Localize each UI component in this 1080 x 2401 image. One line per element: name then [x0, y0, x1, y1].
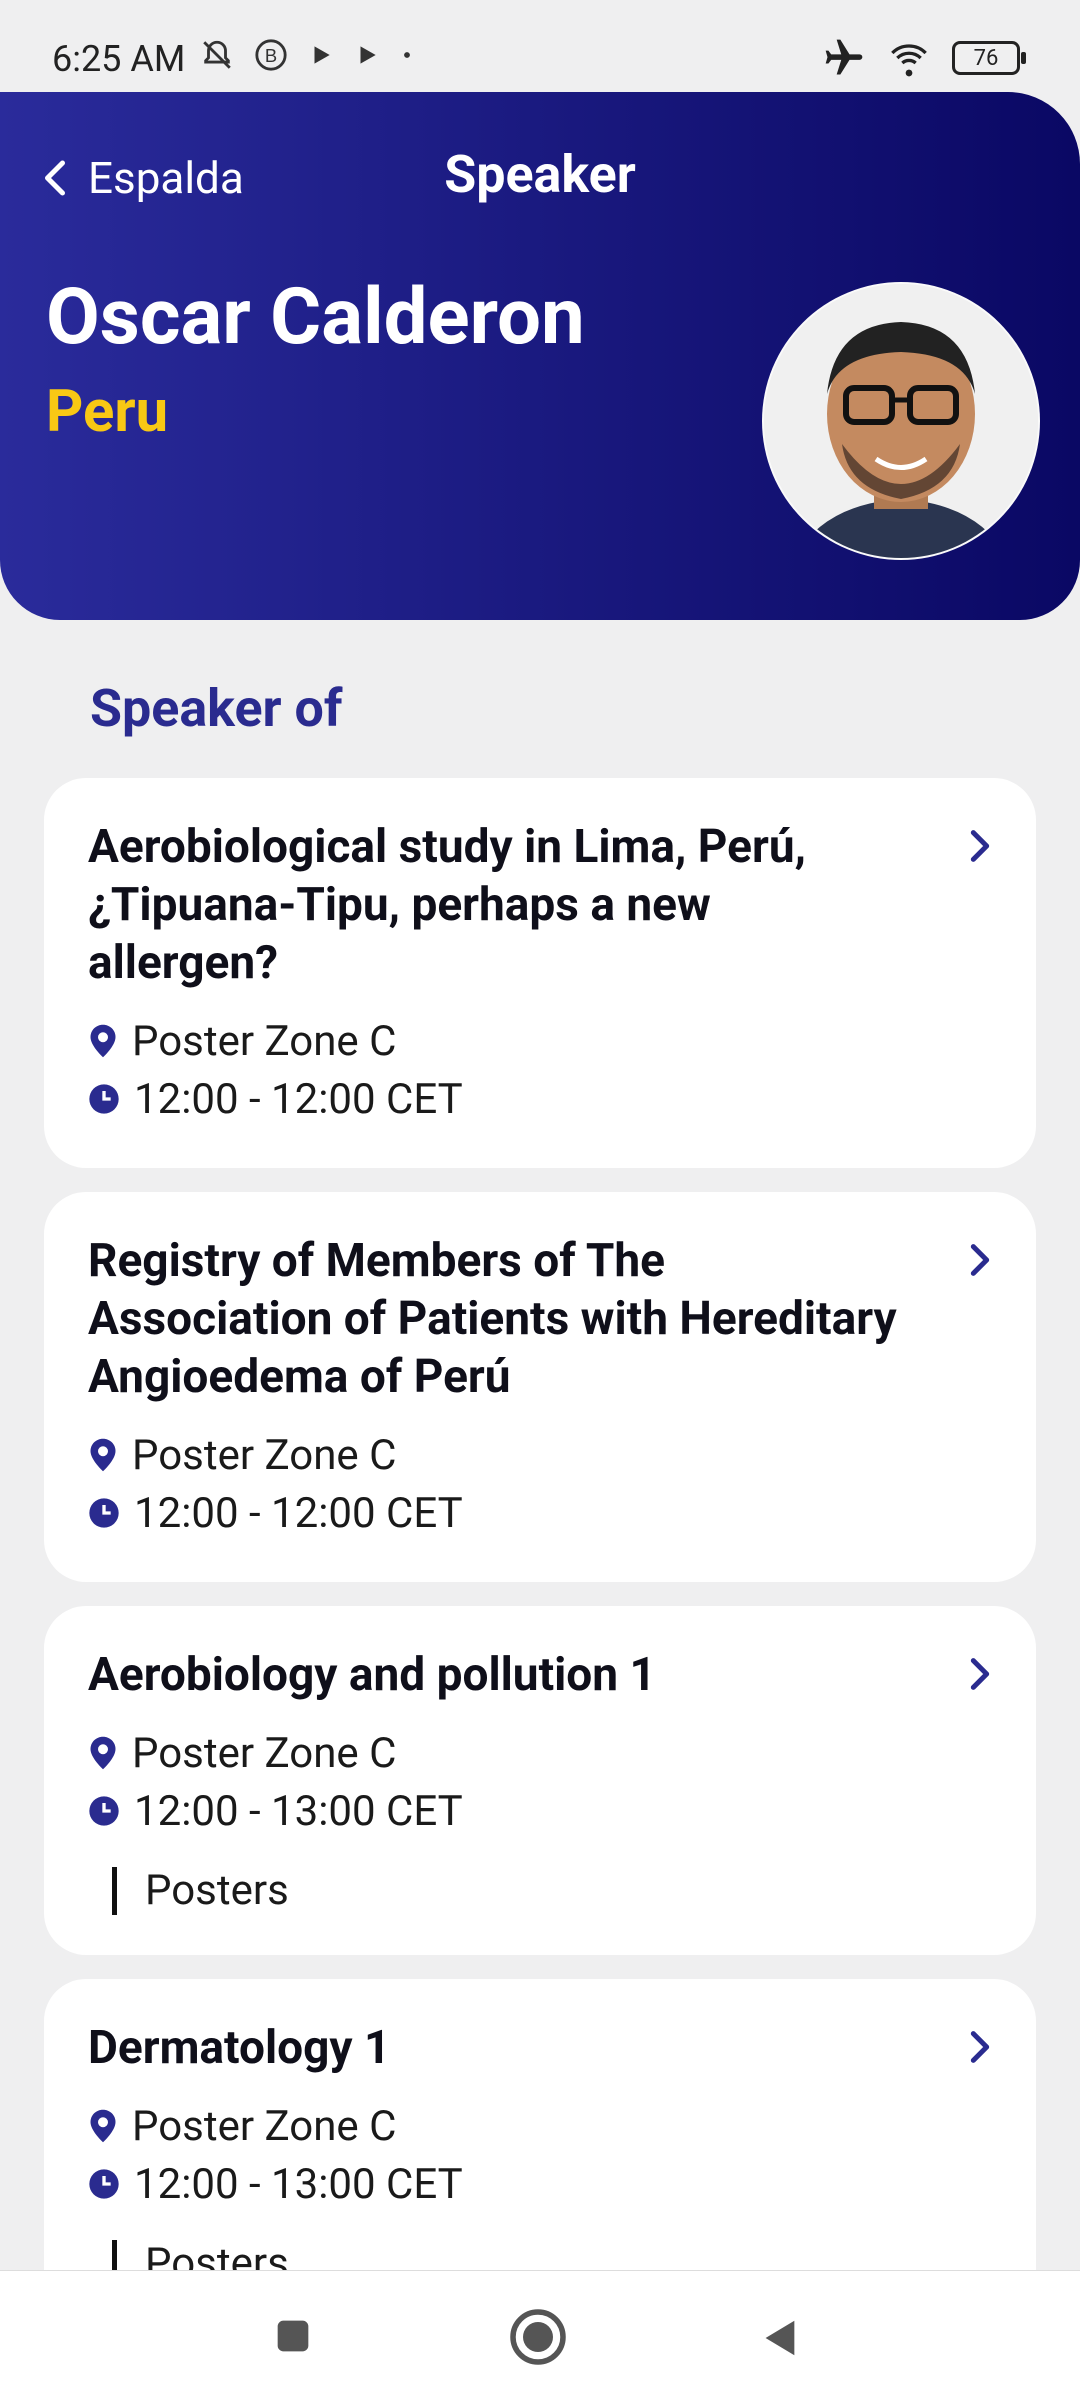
session-card[interactable]: Registry of Members of The Association o… [44, 1192, 1036, 1582]
location-pin-icon [90, 1024, 116, 1058]
tag-bar [112, 1866, 117, 1915]
tag-label: Posters [145, 1866, 289, 1915]
location-text: Poster Zone C [132, 1430, 397, 1480]
location-pin-icon [90, 2109, 116, 2143]
speaker-header: Espalda Speaker Oscar Calderon Peru [0, 92, 1080, 620]
session-time: 12:00 - 12:00 CET [88, 1484, 992, 1542]
speaker-name: Oscar Calderon [46, 272, 585, 363]
session-title: Dermatology 1 [88, 2021, 391, 2075]
page-title: Speaker [444, 144, 636, 205]
b-badge-icon: B [255, 39, 287, 71]
chevron-right-icon [970, 1658, 990, 1690]
system-nav-bar [0, 2270, 1080, 2401]
session-location: Poster Zone C [88, 1426, 992, 1484]
back-nav-button[interactable] [756, 2313, 802, 2363]
home-button[interactable] [508, 2307, 568, 2367]
time-text: 12:00 - 12:00 CET [134, 1074, 463, 1124]
airplane-icon [825, 39, 863, 75]
clock-icon [89, 2169, 119, 2199]
chevron-right-icon [970, 1244, 990, 1276]
session-location: Poster Zone C [88, 1724, 992, 1782]
chevron-right-icon [970, 830, 990, 862]
session-title: Aerobiological study in Lima, Perú, ¿Tip… [88, 820, 806, 990]
recents-button[interactable] [270, 2313, 316, 2359]
clock-icon [89, 1084, 119, 1114]
time-text: 12:00 - 13:00 CET [134, 1786, 463, 1836]
session-card[interactable]: Aerobiological study in Lima, Perú, ¿Tip… [44, 778, 1036, 1168]
location-pin-icon [90, 1736, 116, 1770]
location-pin-icon [90, 1438, 116, 1472]
session-time: 12:00 - 12:00 CET [88, 1070, 992, 1128]
time-text: 12:00 - 13:00 CET [134, 2159, 463, 2209]
session-time: 12:00 - 13:00 CET [88, 1782, 992, 1840]
session-card[interactable]: Aerobiology and pollution 1 Poster Zone … [44, 1606, 1036, 1955]
time-text: 12:00 - 12:00 CET [134, 1488, 463, 1538]
location-text: Poster Zone C [132, 1016, 397, 1066]
clock-icon [89, 1498, 119, 1528]
clock-icon [89, 1796, 119, 1826]
wifi-icon [891, 44, 927, 77]
session-tag: Posters [88, 1866, 992, 1915]
play-icon [314, 46, 330, 64]
session-title: Aerobiology and pollution 1 [88, 1648, 656, 1702]
section-title: Speaker of [90, 678, 343, 739]
session-list: Aerobiological study in Lima, Perú, ¿Tip… [44, 778, 1036, 2352]
session-title: Registry of Members of The Association o… [88, 1234, 897, 1404]
chevron-right-icon [970, 2031, 990, 2063]
session-time: 12:00 - 13:00 CET [88, 2155, 992, 2213]
speaker-country: Peru [46, 378, 169, 446]
battery-level: 76 [973, 45, 999, 71]
status-right-icons: 76 [822, 36, 1026, 80]
dot-icon [404, 52, 410, 58]
status-left-icons: B [200, 38, 414, 72]
session-location: Poster Zone C [88, 1012, 992, 1070]
location-text: Poster Zone C [132, 2101, 397, 2151]
speaker-photo [764, 284, 1038, 558]
status-time: 6:25 AM [52, 38, 186, 80]
session-location: Poster Zone C [88, 2097, 992, 2155]
avatar [762, 282, 1040, 560]
location-text: Poster Zone C [132, 1728, 397, 1778]
battery-icon: 76 [952, 41, 1026, 75]
mute-bell-icon [203, 40, 231, 69]
status-bar: 6:25 AM B 76 [0, 0, 1080, 92]
svg-text:B: B [265, 45, 277, 66]
play-icon [360, 46, 376, 64]
